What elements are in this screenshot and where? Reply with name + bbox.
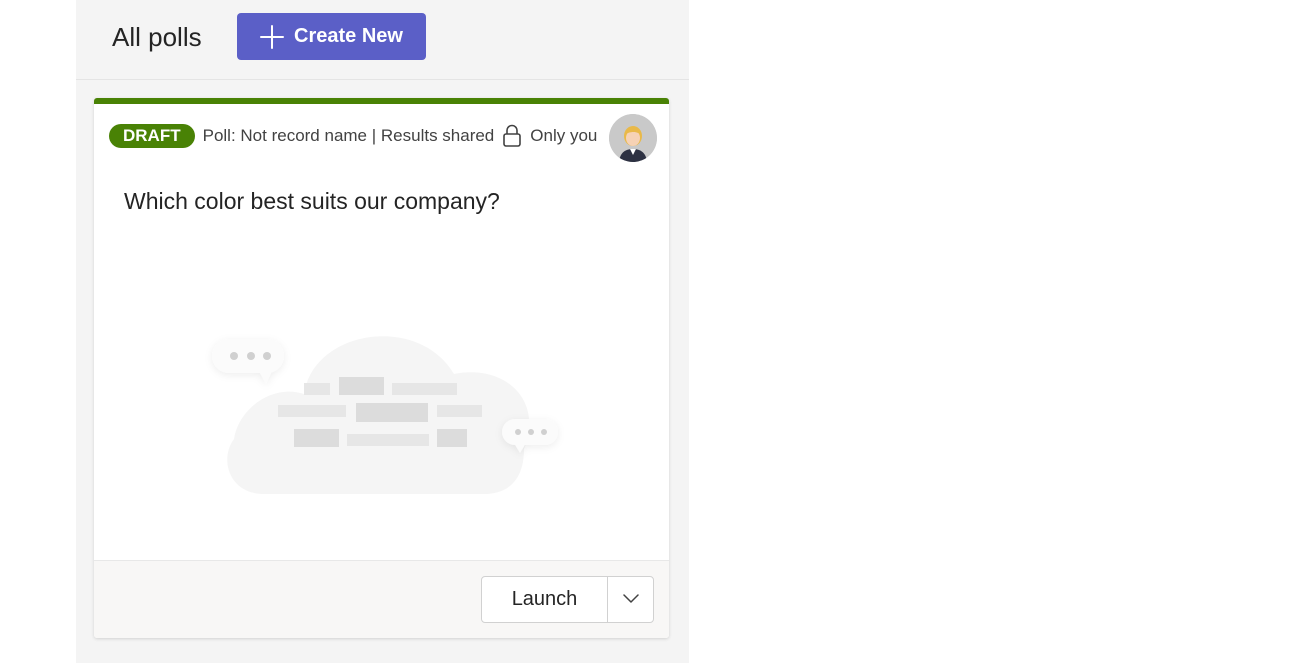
polls-panel: All polls Create New DRAFT Poll: Not rec… <box>76 0 689 663</box>
launch-options-button[interactable] <box>608 577 653 622</box>
poll-meta-text: Poll: Not record name | Results shared <box>202 126 495 145</box>
launch-split-button: Launch <box>481 576 654 623</box>
create-new-label: Create New <box>294 25 403 47</box>
lock-icon <box>502 124 522 148</box>
status-badge: DRAFT <box>109 124 195 148</box>
visibility-label: Only you <box>530 126 598 145</box>
empty-state-illustration <box>204 289 564 504</box>
plus-icon <box>260 24 285 49</box>
poll-question: Which color best suits our company? <box>124 188 500 214</box>
chevron-down-icon <box>622 591 640 609</box>
card-footer: Launch <box>94 560 669 638</box>
page-title: All polls <box>112 22 202 52</box>
launch-button[interactable]: Launch <box>482 577 608 622</box>
poll-card[interactable]: DRAFT Poll: Not record name | Results sh… <box>94 98 669 638</box>
create-new-button[interactable]: Create New <box>237 13 426 60</box>
panel-header: All polls Create New <box>76 0 689 80</box>
poll-meta-row: DRAFT Poll: Not record name | Results sh… <box>109 119 657 153</box>
avatar[interactable] <box>609 114 657 162</box>
